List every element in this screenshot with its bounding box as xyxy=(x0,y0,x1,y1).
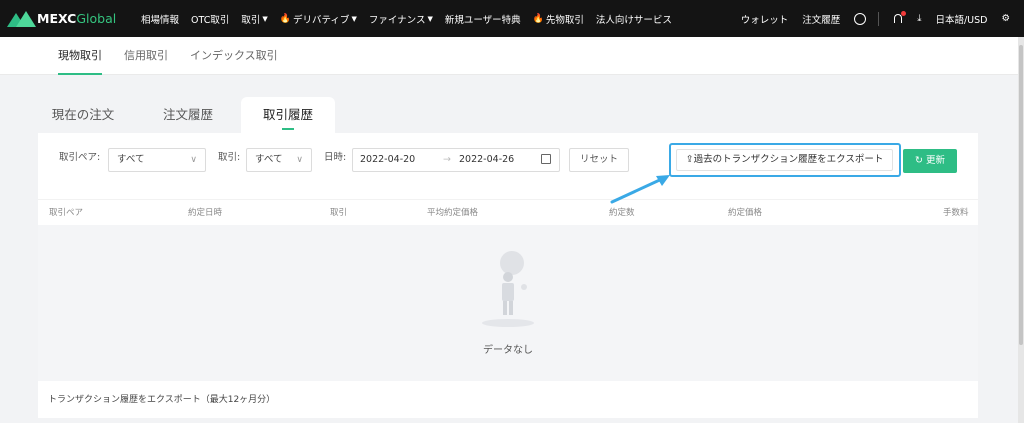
reset-button[interactable]: リセット xyxy=(569,148,629,172)
date-range-picker[interactable]: 2022-04-20 → 2022-04-26 xyxy=(352,148,560,172)
top-nav: MEXCGlobal 相場情報 OTC取引 取引 ▼ 🔥 デリバティブ ▼ ファイナン… xyxy=(0,0,1024,37)
col-time: 約定日時 xyxy=(188,208,223,218)
mexc-logo-icon xyxy=(7,10,36,27)
empty-state-icon xyxy=(482,251,534,327)
nav-item-otc[interactable]: OTC取引 xyxy=(191,12,229,26)
settings-gear-icon[interactable]: ⚙ xyxy=(1001,13,1010,24)
export-highlight-box: ⇪過去のトランザクション履歴をエクスポート xyxy=(669,143,901,177)
tab-order-history[interactable]: 注文履歴 xyxy=(143,97,233,133)
chevron-down-icon: ∨ xyxy=(190,155,197,165)
side-select[interactable]: すべて ∨ xyxy=(246,148,312,172)
divider xyxy=(878,11,880,26)
date-filter-label: 日時: xyxy=(324,152,347,163)
table-header: 取引ペア 約定日時 取引 平均約定価格 約定数 約定価格 手数料 xyxy=(38,199,978,225)
order-tabs: 現在の注文 注文履歴 取引履歴 xyxy=(38,97,978,133)
tab-open-orders[interactable]: 現在の注文 xyxy=(38,97,128,133)
nav-item-institutional[interactable]: 法人向けサービス xyxy=(596,12,672,26)
end-date[interactable]: 2022-04-26 xyxy=(459,149,514,171)
nav-item-market[interactable]: 相場情報 xyxy=(141,12,179,26)
nav-orders[interactable]: 注文履歴 xyxy=(802,12,840,26)
trade-history-panel: 取引ペア: すべて ∨ 取引: すべて ∨ 日時: 2022-04-20 → 202… xyxy=(38,133,978,418)
tab-trade-history[interactable]: 取引履歴 xyxy=(241,97,335,133)
nav-item-futures[interactable]: 🔥 先物取引 xyxy=(533,12,584,26)
upload-icon: ⇪ xyxy=(685,154,694,165)
subtab-spot[interactable]: 現物取引 xyxy=(58,37,102,75)
download-icon[interactable]: ⤓ xyxy=(917,13,921,24)
nav-right: ウォレット 注文履歴 ⤓ 日本語/USD ⚙ xyxy=(727,0,1010,37)
callout-arrow-icon xyxy=(610,175,670,204)
chevron-down-icon: ▼ xyxy=(351,14,357,23)
range-arrow: → xyxy=(443,154,451,165)
calendar-icon[interactable] xyxy=(541,154,551,164)
col-price: 約定価格 xyxy=(728,208,763,218)
pair-select[interactable]: すべて ∨ xyxy=(108,148,206,172)
export-note: トランザクション履歴をエクスポート（最大12ヶ月分） xyxy=(48,395,276,405)
empty-state-text: データなし xyxy=(483,345,533,356)
table-body: データなし xyxy=(38,225,978,381)
nav-item-trade[interactable]: 取引 ▼ xyxy=(241,12,267,26)
subtab-margin[interactable]: 信用取引 xyxy=(124,37,168,75)
fire-icon: 🔥 xyxy=(532,13,544,24)
nav-item-finance[interactable]: ファイナンス ▼ xyxy=(369,12,433,26)
side-filter-label: 取引: xyxy=(218,152,241,163)
fire-icon: 🔥 xyxy=(279,13,291,24)
chevron-down-icon: ▼ xyxy=(262,14,268,23)
nav-menu: 相場情報 OTC取引 取引 ▼ 🔥 デリバティブ ▼ ファイナンス ▼ 新規ユーザー特典… xyxy=(141,12,684,26)
refresh-button[interactable]: ↻ 更新 xyxy=(903,149,957,173)
nav-item-new-user[interactable]: 新規ユーザー特典 xyxy=(445,12,521,26)
pair-filter-label: 取引ペア: xyxy=(59,152,101,163)
nav-wallet[interactable]: ウォレット xyxy=(741,12,789,26)
subtab-index[interactable]: インデックス取引 xyxy=(190,37,278,75)
user-icon[interactable] xyxy=(854,12,867,25)
page-scrollbar[interactable] xyxy=(1018,37,1024,423)
nav-item-derivatives[interactable]: 🔥 デリバティブ ▼ xyxy=(280,12,357,26)
refresh-icon: ↻ xyxy=(914,155,923,166)
col-pair: 取引ペア xyxy=(49,208,84,218)
scrollbar-thumb[interactable] xyxy=(1019,45,1023,345)
col-side: 取引 xyxy=(330,208,348,218)
col-fee: 手数料 xyxy=(943,208,969,218)
chevron-down-icon: ∨ xyxy=(296,155,303,165)
col-avg-price: 平均約定価格 xyxy=(427,208,479,218)
sub-nav: 現物取引 信用取引 インデックス取引 xyxy=(0,37,1018,75)
chevron-down-icon: ▼ xyxy=(427,14,433,23)
notification-bell-icon[interactable] xyxy=(893,10,907,25)
start-date[interactable]: 2022-04-20 xyxy=(360,149,415,171)
export-history-button[interactable]: ⇪過去のトランザクション履歴をエクスポート xyxy=(676,149,893,171)
brand-name: MEXCGlobal xyxy=(37,11,117,26)
brand-logo[interactable]: MEXCGlobal xyxy=(7,10,125,27)
language-currency[interactable]: 日本語/USD xyxy=(935,12,987,26)
